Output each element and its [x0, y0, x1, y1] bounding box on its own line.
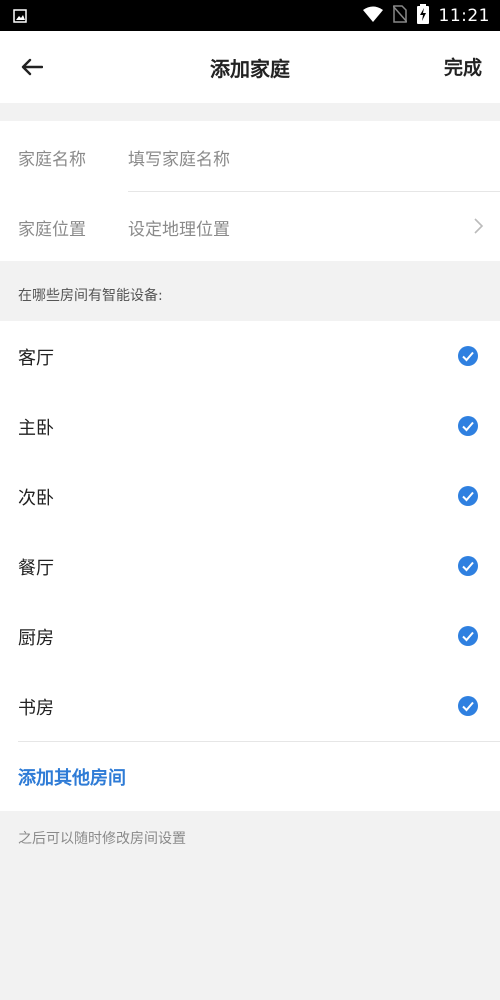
room-label: 次卧: [18, 488, 54, 509]
footer-hint: 之后可以随时修改房间设置: [18, 831, 186, 847]
battery-charging-icon: [416, 3, 429, 28]
chevron-right-icon: [472, 217, 484, 235]
app-bar: 添加家庭 完成: [0, 31, 500, 103]
home-location-row[interactable]: 家庭位置 设定地理位置: [0, 191, 500, 261]
rooms-list: 客厅 主卧 次卧 餐厅 厨房 书房 添加其他房间: [0, 321, 500, 811]
room-row[interactable]: 次卧: [0, 461, 500, 531]
add-room-button[interactable]: 添加其他房间: [18, 764, 126, 790]
rooms-section-hint: 在哪些房间有智能设备:: [18, 288, 163, 304]
wifi-icon: [362, 6, 383, 26]
home-location-label: 家庭位置: [18, 220, 86, 240]
room-row[interactable]: 餐厅: [0, 531, 500, 601]
status-icons: 11:21: [362, 0, 491, 31]
room-label: 客厅: [18, 348, 54, 369]
room-row[interactable]: 厨房: [0, 601, 500, 671]
home-name-label: 家庭名称: [18, 150, 86, 170]
checkmark-icon[interactable]: [458, 556, 478, 576]
home-form: 家庭名称 填写家庭名称 家庭位置 设定地理位置: [0, 121, 500, 261]
checkmark-icon[interactable]: [458, 486, 478, 506]
checkmark-icon[interactable]: [458, 346, 478, 366]
status-bar: 11:21: [0, 0, 500, 31]
room-label: 书房: [18, 698, 54, 719]
page-title: 添加家庭: [210, 57, 290, 81]
checkmark-icon[interactable]: [458, 696, 478, 716]
home-name-input[interactable]: 填写家庭名称: [128, 145, 230, 170]
checkmark-icon[interactable]: [458, 626, 478, 646]
image-icon: [13, 8, 27, 23]
room-label: 主卧: [18, 418, 54, 439]
room-label: 餐厅: [18, 558, 54, 579]
status-time: 11:21: [438, 5, 490, 26]
room-label: 厨房: [18, 628, 54, 649]
room-row[interactable]: 主卧: [0, 391, 500, 461]
room-row[interactable]: 书房: [0, 671, 500, 741]
home-name-row[interactable]: 家庭名称 填写家庭名称: [0, 121, 500, 191]
divider: [18, 741, 500, 742]
home-location-input[interactable]: 设定地理位置: [128, 215, 230, 240]
no-sim-icon: [391, 4, 408, 27]
checkmark-icon[interactable]: [458, 416, 478, 436]
done-button[interactable]: 完成: [444, 53, 482, 80]
room-row[interactable]: 客厅: [0, 321, 500, 391]
